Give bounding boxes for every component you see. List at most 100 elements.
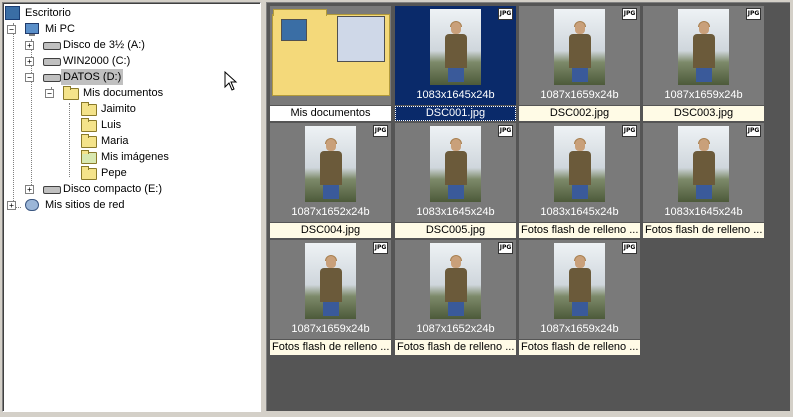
image-thumbnail[interactable]: JPG 1087x1659x24b Fotos flash de relleno .… (519, 240, 640, 356)
thumbnail-frame: JPG 1087x1652x24b (270, 123, 391, 222)
jpg-badge-icon: JPG (498, 242, 513, 254)
photo-preview (305, 126, 356, 202)
jpg-badge-icon: JPG (622, 242, 637, 254)
image-thumbnail[interactable]: JPG 1083x1645x24b Fotos flash de relleno .… (643, 123, 764, 239)
folder-open-icon (63, 86, 79, 100)
photo-preview (430, 9, 481, 85)
jpg-badge-icon: JPG (622, 8, 637, 20)
thumbnail-frame: JPG 1083x1645x24b (519, 123, 640, 222)
photo-preview (430, 126, 481, 202)
network-icon (25, 199, 39, 211)
mouse-cursor-icon (224, 71, 238, 91)
jpg-badge-icon: JPG (746, 8, 761, 20)
collapse-icon[interactable]: − (7, 25, 16, 34)
thumbnail-caption: Fotos flash de relleno ... (643, 223, 764, 238)
thumbnail-frame: JPG 1083x1645x24b (395, 6, 516, 105)
folder-tree[interactable]: Escritorio − Mi PC + Disco de 3½ (A:) + … (2, 2, 261, 412)
tree-item-label: Pepe (101, 167, 127, 179)
image-dimensions: 1087x1652x24b (416, 323, 495, 335)
image-dimensions: 1083x1645x24b (416, 206, 495, 218)
photo-preview (554, 126, 605, 202)
tree-item-label: Mis imágenes (101, 151, 169, 163)
image-dimensions: 1083x1645x24b (664, 206, 743, 218)
thumbnail-caption: DSC002.jpg (519, 106, 640, 121)
tree-item-label: Escritorio (25, 7, 71, 19)
photo-preview (678, 126, 729, 202)
expand-icon[interactable]: + (25, 41, 34, 50)
thumbnail-caption: DSC003.jpg (643, 106, 764, 121)
thumbnail-caption: Mis documentos (270, 106, 391, 121)
folder-icon (272, 9, 390, 96)
expand-icon[interactable]: + (7, 201, 16, 210)
tree-item-label: Jaimito (101, 103, 136, 115)
tree-item-label: WIN2000 (C:) (63, 55, 131, 67)
thumbnail-caption: DSC005.jpg (395, 223, 516, 238)
thumbnail-caption: Fotos flash de relleno ... (519, 223, 640, 238)
pictures-folder-icon (81, 150, 97, 164)
hard-drive-icon (43, 74, 61, 82)
image-thumbnail[interactable]: JPG 1087x1659x24b DSC003.jpg (643, 6, 764, 122)
jpg-badge-icon: JPG (498, 8, 513, 20)
photo-preview (678, 9, 729, 85)
folder-thumbnail[interactable]: Mis documentos (270, 6, 391, 122)
image-dimensions: 1087x1659x24b (540, 89, 619, 101)
image-dimensions: 1083x1645x24b (416, 89, 495, 101)
tree-item-label: Disco compacto (E:) (63, 183, 163, 195)
thumbnail-frame (270, 6, 391, 105)
thumbnail-frame: JPG 1087x1659x24b (519, 6, 640, 105)
thumbnail-caption: Fotos flash de relleno ... (395, 340, 516, 355)
hard-drive-icon (43, 58, 61, 66)
image-dimensions: 1083x1645x24b (540, 206, 619, 218)
image-dimensions: 1087x1659x24b (664, 89, 743, 101)
image-thumbnail[interactable]: JPG 1083x1645x24b Fotos flash de relleno .… (519, 123, 640, 239)
thumbnail-frame: JPG 1087x1659x24b (519, 240, 640, 339)
photo-preview (554, 243, 605, 319)
thumbnail-frame: JPG 1087x1659x24b (270, 240, 391, 339)
tree-item-label: Mi PC (45, 23, 75, 35)
thumbnail-caption: Fotos flash de relleno ... (519, 340, 640, 355)
image-dimensions: 1087x1659x24b (540, 323, 619, 335)
image-thumbnail[interactable]: JPG 1087x1659x24b DSC002.jpg (519, 6, 640, 122)
thumbnail-frame: JPG 1083x1645x24b (395, 123, 516, 222)
photo-preview (430, 243, 481, 319)
tree-item-label: Maria (101, 135, 129, 147)
thumbnail-frame: JPG 1087x1652x24b (395, 240, 516, 339)
jpg-badge-icon: JPG (373, 125, 388, 137)
collapse-icon[interactable]: − (25, 73, 34, 82)
thumbnail-view[interactable]: Mis documentos JPG 1083x1645x24b DSC001.jpg… (266, 2, 790, 411)
image-dimensions: 1087x1652x24b (291, 206, 370, 218)
thumbnail-frame: JPG 1087x1659x24b (643, 6, 764, 105)
photo-preview (554, 9, 605, 85)
tree-item-label: Mis sitios de red (45, 199, 125, 211)
tree-guide-line (13, 23, 14, 209)
image-thumbnail[interactable]: JPG 1087x1659x24b Fotos flash de relleno .… (270, 240, 391, 356)
folder-icon (81, 166, 97, 180)
thumbnail-caption: DSC004.jpg (270, 223, 391, 238)
expand-icon[interactable]: + (25, 185, 34, 194)
image-thumbnail[interactable]: JPG 1083x1645x24b DSC005.jpg (395, 123, 516, 239)
image-thumbnail[interactable]: JPG 1083x1645x24b DSC001.jpg (395, 6, 516, 122)
photo-preview (305, 243, 356, 319)
cd-drive-icon (43, 186, 61, 194)
tree-item-label: Mis documentos (83, 87, 164, 99)
collapse-icon[interactable]: − (45, 89, 54, 98)
jpg-badge-icon: JPG (746, 125, 761, 137)
folder-icon (81, 118, 97, 132)
folder-icon (81, 102, 97, 116)
thumbnail-caption: Fotos flash de relleno ... (270, 340, 391, 355)
thumbnail-caption: DSC001.jpg (395, 106, 516, 121)
image-thumbnail[interactable]: JPG 1087x1652x24b Fotos flash de relleno .… (395, 240, 516, 356)
tree-item-label: Luis (101, 119, 122, 131)
computer-icon (25, 23, 39, 36)
thumbnail-frame: JPG 1083x1645x24b (643, 123, 764, 222)
expand-icon[interactable]: + (25, 57, 34, 66)
tree-item-label: DATOS (D:) (61, 69, 124, 85)
floppy-drive-icon (43, 42, 61, 50)
jpg-badge-icon: JPG (373, 242, 388, 254)
jpg-badge-icon: JPG (622, 125, 637, 137)
image-dimensions: 1087x1659x24b (291, 323, 370, 335)
desktop-icon (5, 6, 20, 20)
jpg-badge-icon: JPG (498, 125, 513, 137)
tree-item-label: Disco de 3½ (A:) (63, 39, 145, 51)
image-thumbnail[interactable]: JPG 1087x1652x24b DSC004.jpg (270, 123, 391, 239)
